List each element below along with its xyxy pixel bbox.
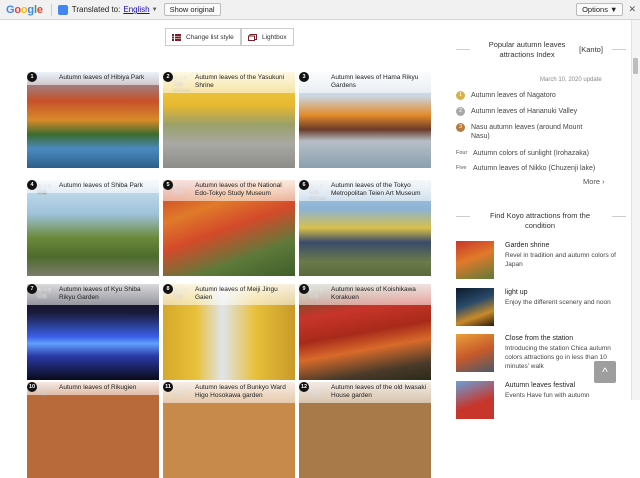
spot-title: Autumn leaves of Kyu Shiba Rikyu Garden xyxy=(27,284,159,305)
spot-number: 7 xyxy=(27,284,37,294)
spot-title: Autumn leaves of Hibiya Park xyxy=(27,72,159,85)
condition-thumbnail xyxy=(456,241,494,279)
condition-title: Find Koyo attractions from the condition xyxy=(455,211,625,231)
translate-bar: Google Translated to: English ▼ Show ori… xyxy=(0,0,640,20)
spot-title: Autumn leaves of the Yasukuni Shrine xyxy=(163,72,295,93)
close-icon[interactable]: ✕ xyxy=(628,4,636,15)
spot-card[interactable]: 12 色づき情報 Autumn leaves of the old Iwasak… xyxy=(299,382,431,478)
ranking-label: Autumn leaves of Nikko (Chuzenji lake) xyxy=(473,165,596,172)
spot-title: Autumn leaves of the National Edo-Tokyo … xyxy=(163,180,295,201)
condition-item[interactable]: Autumn leaves festival Events Have fun w… xyxy=(456,381,631,423)
region-label: [Kanto] xyxy=(579,45,603,54)
spot-number: 8 xyxy=(163,284,173,294)
lightbox-label: Lightbox xyxy=(262,33,287,41)
ranking-item[interactable]: 3 Nasu autumn leaves (around Mount Nasu) xyxy=(456,123,631,141)
ranking-label: Autumn leaves of Nagatoro xyxy=(471,92,556,99)
scrollbar[interactable] xyxy=(631,20,640,400)
translated-to-label: Translated to: xyxy=(71,5,121,14)
medal-icon: 1 xyxy=(456,91,465,100)
spot-card[interactable]: 1 Autumn leaves of Hibiya Park xyxy=(27,72,159,168)
ranking-item[interactable]: Four Autumn colors of sunlight (Irohazak… xyxy=(456,149,631,158)
spot-card[interactable]: 8 色づき情報 Autumn leaves of Meiji Jingu Gai… xyxy=(163,284,295,380)
spot-card[interactable]: 7 色づき情報 Autumn leaves of Kyu Shiba Rikyu… xyxy=(27,284,159,380)
medal-icon: 3 xyxy=(456,123,465,132)
spot-card[interactable]: 5 色づき情報 Autumn leaves of the National Ed… xyxy=(163,180,295,276)
spot-title: Autumn leaves of Shiba Park xyxy=(27,180,159,193)
ranking-title: Popular autumn leaves attractions Index … xyxy=(455,40,625,60)
spot-number: 5 xyxy=(163,180,173,190)
ranking-label: Autumn leaves of Hananuki Valley xyxy=(471,108,578,115)
ranking-item[interactable]: 2 Autumn leaves of Hananuki Valley xyxy=(456,107,631,116)
spot-number: 10 xyxy=(27,382,37,392)
chevron-up-icon: ^ xyxy=(602,365,608,379)
spot-number: 3 xyxy=(299,72,309,82)
spot-number: 9 xyxy=(299,284,309,294)
spot-card[interactable]: 2 色づき情報NoData Autumn leaves of the Yasuk… xyxy=(163,72,295,168)
scroll-to-top-button[interactable]: ^ xyxy=(594,361,616,383)
medal-icon: 2 xyxy=(456,107,465,116)
condition-title-text: Find Koyo attractions from the condition xyxy=(489,211,591,230)
spot-card[interactable]: 3 Autumn leaves of Hama Rikyu Gardens xyxy=(299,72,431,168)
options-button[interactable]: Options ▼ xyxy=(576,3,624,16)
lightbox-button[interactable]: Lightbox xyxy=(241,28,294,46)
condition-title: Garden shrine xyxy=(505,242,550,249)
translate-icon xyxy=(57,4,68,15)
chevron-down-icon[interactable]: ▼ xyxy=(152,7,158,13)
spot-card[interactable]: 4 色づき情報 Autumn leaves of Shiba Park xyxy=(27,180,159,276)
spot-card[interactable]: 9 色づき情報 Autumn leaves of Koishikawa Kora… xyxy=(299,284,431,380)
spot-title: Autumn leaves of Koishikawa Korakuen xyxy=(299,284,431,305)
spot-number: 12 xyxy=(299,382,309,392)
lightbox-icon xyxy=(248,33,257,41)
ranking-item[interactable]: Five Autumn leaves of Nikko (Chuzenji la… xyxy=(456,164,631,173)
more-link[interactable]: More › xyxy=(583,177,605,186)
change-list-style-button[interactable]: Change list style xyxy=(165,28,241,46)
spot-card[interactable]: 6 色づき情報NoData Autumn leaves of the Tokyo… xyxy=(299,180,431,276)
update-date: March 10, 2020 update xyxy=(540,77,602,83)
spot-title: Autumn leaves of Meiji Jingu Gaien xyxy=(163,284,295,305)
divider xyxy=(50,3,52,16)
condition-title: light up xyxy=(505,289,528,296)
change-list-style-label: Change list style xyxy=(186,33,234,41)
condition-title: Autumn leaves festival xyxy=(505,382,576,389)
language-select[interactable]: English xyxy=(123,5,149,14)
condition-thumbnail xyxy=(456,381,494,419)
spot-title: Autumn leaves of Hama Rikyu Gardens xyxy=(299,72,431,93)
condition-item[interactable]: light up Enjoy the different scenery and… xyxy=(456,288,631,330)
spot-title: Autumn leaves of the Tokyo Metropolitan … xyxy=(299,180,431,201)
spot-number: 11 xyxy=(163,382,173,392)
ranking-label: Nasu autumn leaves (around Mount Nasu) xyxy=(471,124,583,140)
spot-photo xyxy=(27,72,159,168)
spot-number: 6 xyxy=(299,180,309,190)
spot-title: Autumn leaves of Rikugien xyxy=(27,382,159,395)
spot-number: 1 xyxy=(27,72,37,82)
condition-title: Close from the station xyxy=(505,335,574,342)
condition-item[interactable]: Garden shrine Revel in tradition and aut… xyxy=(456,241,631,283)
ranking-title-text: Popular autumn leaves attractions Index xyxy=(488,40,566,59)
ranking-label: Autumn colors of sunlight (Irohazaka) xyxy=(473,150,589,157)
list-icon xyxy=(172,33,181,41)
condition-description: Events Have fun with autumn xyxy=(505,392,590,399)
condition-thumbnail xyxy=(456,288,494,326)
show-original-button[interactable]: Show original xyxy=(163,3,221,16)
rank-badge: Four xyxy=(456,150,468,156)
condition-description: Revel in tradition and autumn colors of … xyxy=(505,252,616,268)
rank-badge: Five xyxy=(456,165,467,171)
ranking-item[interactable]: 1 Autumn leaves of Nagatoro xyxy=(456,91,631,100)
spot-number: 2 xyxy=(163,72,173,82)
condition-description: Enjoy the different scenery and noon xyxy=(505,299,611,306)
spot-card[interactable]: 10 色づき情報 Autumn leaves of Rikugien xyxy=(27,382,159,478)
scrollbar-thumb[interactable] xyxy=(633,58,638,74)
spot-card[interactable]: 11 色づき情報 Autumn leaves of Bunkyo Ward Hi… xyxy=(163,382,295,478)
google-logo: Google xyxy=(6,3,43,16)
condition-thumbnail xyxy=(456,334,494,372)
spot-number: 4 xyxy=(27,180,37,190)
